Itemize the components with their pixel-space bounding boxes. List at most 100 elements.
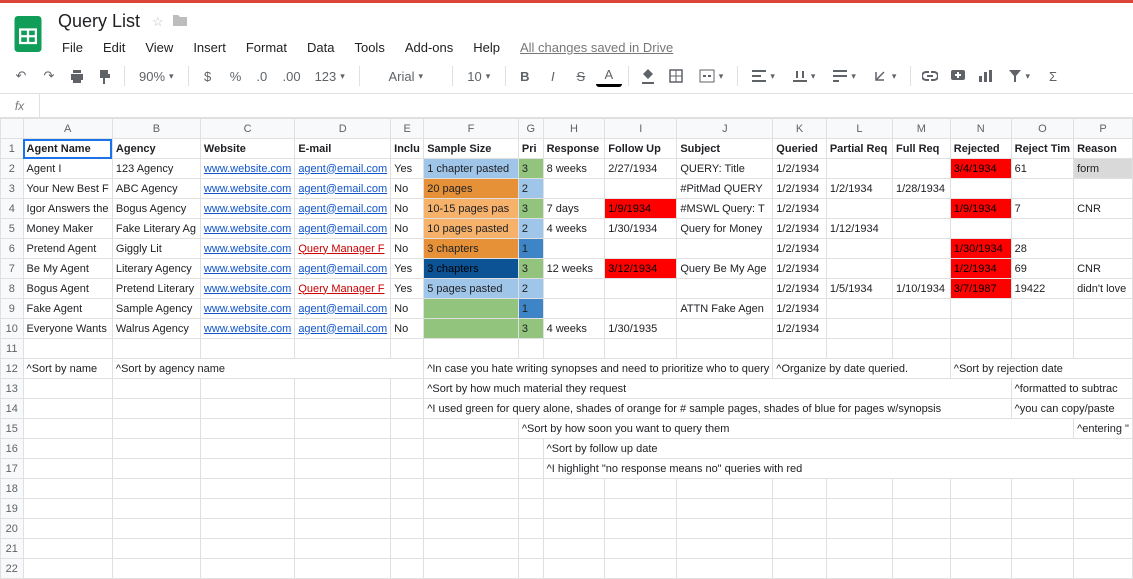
cell[interactable] (424, 319, 519, 339)
cell[interactable]: Everyone Wants (23, 319, 112, 339)
vertical-align-button[interactable] (785, 63, 824, 89)
cell[interactable] (391, 479, 424, 499)
cell[interactable]: QUERY: Title (677, 159, 773, 179)
cell[interactable]: 1/12/1934 (826, 219, 892, 239)
cell[interactable]: 69 (1011, 259, 1073, 279)
cell[interactable] (543, 179, 605, 199)
cell[interactable] (773, 499, 827, 519)
redo-button[interactable]: ↷ (36, 63, 62, 89)
cell[interactable]: 3/12/1934 (605, 259, 677, 279)
cell[interactable] (893, 259, 951, 279)
note-cell[interactable]: ^you can copy/paste (1011, 399, 1132, 419)
italic-button[interactable]: I (540, 63, 566, 89)
cell[interactable]: CNR (1074, 259, 1133, 279)
increase-decimal-button[interactable]: .00 (279, 63, 305, 89)
cell[interactable]: 1/2/1934 (826, 179, 892, 199)
cell[interactable] (424, 479, 519, 499)
cell[interactable] (424, 519, 519, 539)
cell[interactable]: 3 (518, 199, 543, 219)
cell[interactable]: form (1074, 159, 1133, 179)
menu-tools[interactable]: Tools (346, 36, 392, 59)
cell[interactable]: 2/27/1934 (605, 159, 677, 179)
cell[interactable] (893, 499, 951, 519)
cell[interactable] (1074, 539, 1133, 559)
cell[interactable] (518, 439, 543, 459)
cell[interactable] (295, 539, 391, 559)
cell[interactable] (200, 459, 294, 479)
cell[interactable] (518, 519, 543, 539)
cell[interactable]: www.website.com (200, 259, 294, 279)
row-header[interactable]: 12 (1, 359, 24, 379)
cell[interactable]: 2 (518, 219, 543, 239)
cell[interactable]: 1 (518, 299, 543, 319)
note-cell[interactable]: ^Sort by name (23, 359, 112, 379)
col-header-G[interactable]: G (518, 119, 543, 139)
cell[interactable] (424, 419, 519, 439)
col-header-N[interactable]: N (950, 119, 1011, 139)
cell[interactable] (677, 519, 773, 539)
col-header-C[interactable]: C (200, 119, 294, 139)
row-header[interactable]: 11 (1, 339, 24, 359)
menu-insert[interactable]: Insert (185, 36, 234, 59)
cell[interactable]: www.website.com (200, 179, 294, 199)
cell[interactable]: 7 days (543, 199, 605, 219)
row-header[interactable]: 10 (1, 319, 24, 339)
col-header-O[interactable]: O (1011, 119, 1073, 139)
cell[interactable]: 61 (1011, 159, 1073, 179)
cell[interactable] (200, 539, 294, 559)
header-cell[interactable]: Partial Req (826, 139, 892, 159)
cell[interactable]: 3 (518, 159, 543, 179)
row-header[interactable]: 3 (1, 179, 24, 199)
cell[interactable] (200, 339, 294, 359)
menu-help[interactable]: Help (465, 36, 508, 59)
cell[interactable] (23, 439, 112, 459)
row-header[interactable]: 14 (1, 399, 24, 419)
insert-link-button[interactable] (917, 63, 943, 89)
cell[interactable] (200, 479, 294, 499)
cell[interactable]: Bogus Agent (23, 279, 112, 299)
col-header-F[interactable]: F (424, 119, 519, 139)
cell[interactable]: 2 (518, 179, 543, 199)
cell[interactable] (605, 239, 677, 259)
cell[interactable] (893, 519, 951, 539)
cell[interactable]: 8 weeks (543, 159, 605, 179)
header-cell[interactable]: Agent Name (23, 139, 112, 159)
cell[interactable] (950, 519, 1011, 539)
cell[interactable] (1074, 339, 1133, 359)
cell[interactable] (543, 499, 605, 519)
decrease-decimal-button[interactable]: .0 (251, 63, 277, 89)
note-cell[interactable]: ^I used green for query alone, shades of… (424, 399, 1011, 419)
cell[interactable] (773, 339, 827, 359)
cell[interactable]: agent@email.com (295, 199, 391, 219)
cell[interactable] (295, 419, 391, 439)
cell[interactable] (950, 319, 1011, 339)
cell[interactable] (950, 499, 1011, 519)
cell[interactable]: 1/10/1934 (893, 279, 951, 299)
cell[interactable] (295, 399, 391, 419)
cell[interactable] (424, 539, 519, 559)
cell[interactable] (1011, 339, 1073, 359)
cell[interactable] (112, 439, 200, 459)
borders-button[interactable] (663, 63, 689, 89)
cell[interactable] (1074, 239, 1133, 259)
col-header-L[interactable]: L (826, 119, 892, 139)
col-header-I[interactable]: I (605, 119, 677, 139)
cell[interactable] (200, 519, 294, 539)
cell[interactable] (518, 539, 543, 559)
text-wrap-button[interactable] (825, 63, 864, 89)
cell[interactable]: 1/2/1934 (773, 159, 827, 179)
cell[interactable]: 10-15 pages pas (424, 199, 519, 219)
cell[interactable] (605, 499, 677, 519)
cell[interactable] (950, 219, 1011, 239)
cell[interactable] (1074, 319, 1133, 339)
cell[interactable] (424, 439, 519, 459)
cell[interactable]: No (391, 319, 424, 339)
percent-button[interactable]: % (223, 63, 249, 89)
cell[interactable]: www.website.com (200, 279, 294, 299)
cell[interactable] (893, 299, 951, 319)
cell[interactable]: Yes (391, 279, 424, 299)
cell[interactable] (826, 239, 892, 259)
col-header-M[interactable]: M (893, 119, 951, 139)
cell[interactable] (200, 439, 294, 459)
row-header[interactable]: 9 (1, 299, 24, 319)
